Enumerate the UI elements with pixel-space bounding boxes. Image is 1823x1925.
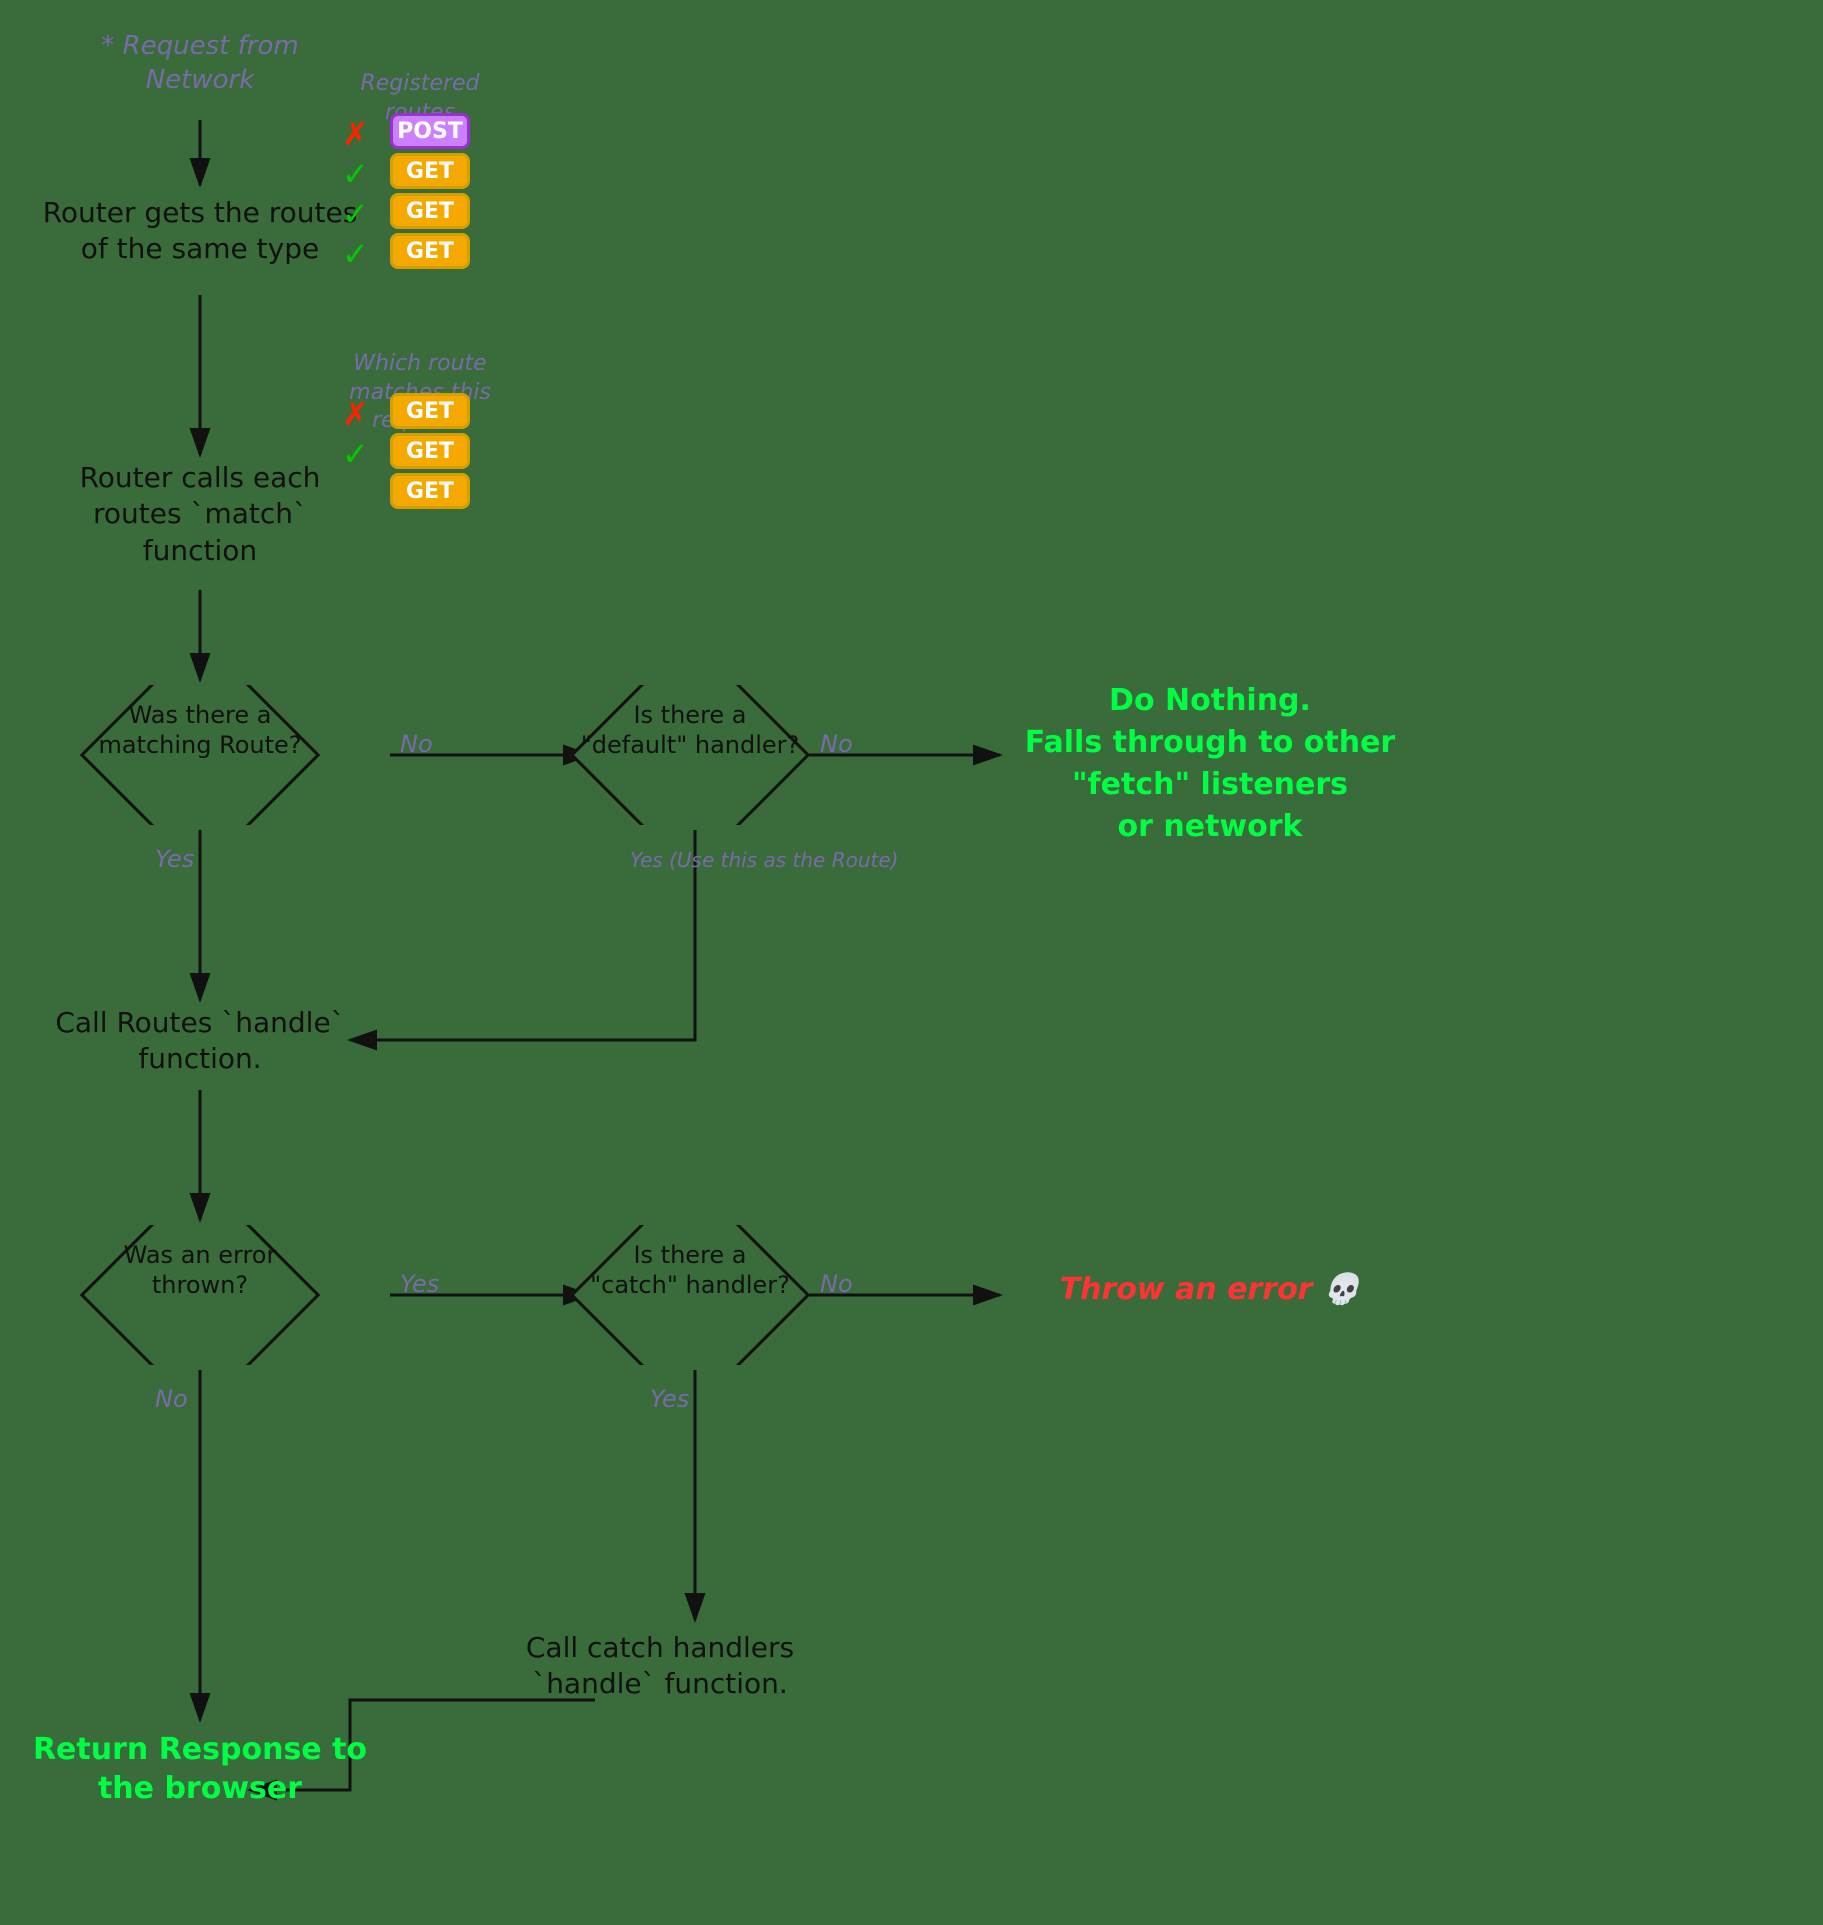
post-cross-mark: ✗: [342, 115, 369, 153]
get-badge-2: GET: [390, 193, 470, 229]
get-check-1: ✓: [342, 155, 369, 193]
arrows-svg: [0, 0, 1823, 1925]
router-gets-routes-label: Router gets the routes of the same type: [30, 195, 370, 268]
matching-route-yes-label: Yes: [155, 845, 194, 873]
default-handler-no-label: No: [820, 730, 853, 758]
error-thrown-yes-label: Yes: [400, 1270, 439, 1298]
post-badge: POST: [390, 113, 470, 149]
get-badge-1: GET: [390, 153, 470, 189]
match-get-badge-1: GET: [390, 393, 470, 429]
throw-error-label: Throw an error 💀: [1010, 1270, 1410, 1309]
get-badge-3: GET: [390, 233, 470, 269]
matching-route-label: Was there amatching Route?: [75, 700, 325, 760]
default-handler-yes-label: Yes (Use this as the Route): [630, 848, 898, 872]
match-get-badge-2: GET: [390, 433, 470, 469]
call-catch-handler-label: Call catch handlers`handle` function.: [490, 1630, 830, 1703]
get-check-2: ✓: [342, 195, 369, 233]
catch-handler-yes-label: Yes: [650, 1385, 689, 1413]
matching-route-no-label: No: [400, 730, 433, 758]
router-calls-match-label: Router calls eachroutes `match`function: [30, 460, 370, 569]
default-handler-label: Is there a"default" handler?: [565, 700, 815, 760]
error-thrown-label: Was an errorthrown?: [75, 1240, 325, 1300]
diagram-container: * Request from Network Router gets the r…: [0, 0, 1823, 1925]
call-handle-label: Call Routes `handle`function.: [30, 1005, 370, 1078]
error-thrown-no-label: No: [155, 1385, 188, 1413]
match-get-badge-3: GET: [390, 473, 470, 509]
catch-handler-label: Is there a"catch" handler?: [565, 1240, 815, 1300]
do-nothing-label: Do Nothing.Falls through to other"fetch"…: [1010, 680, 1410, 848]
return-response-label: Return Response tothe browser: [30, 1730, 370, 1808]
match-cross-mark: ✗: [342, 395, 369, 433]
request-from-network-label: * Request from Network: [80, 30, 320, 98]
get-check-3: ✓: [342, 235, 369, 273]
catch-handler-no-label: No: [820, 1270, 853, 1298]
